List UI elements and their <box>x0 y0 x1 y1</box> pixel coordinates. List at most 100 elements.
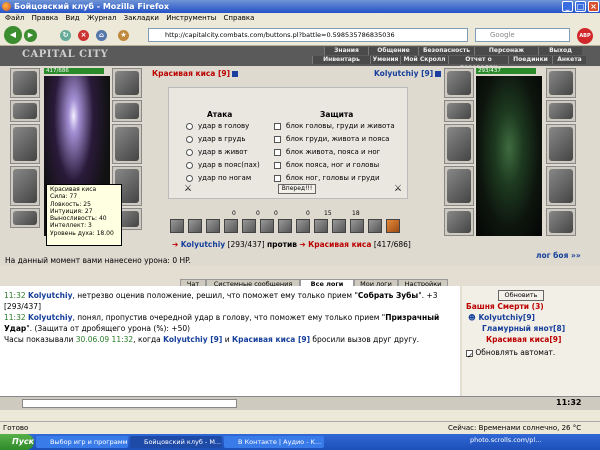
attack-waist-radio[interactable] <box>186 162 193 169</box>
menu-bookmarks[interactable]: Закладки <box>124 14 159 22</box>
maximize-button[interactable]: □ <box>575 1 586 12</box>
attack-head-radio[interactable] <box>186 123 193 130</box>
defense-option-5-radio[interactable] <box>274 175 281 182</box>
tooltip-agility: Ловкость: 25 <box>50 200 91 208</box>
clock: 11:32 <box>556 398 582 407</box>
gloves-slot[interactable] <box>112 124 142 164</box>
skill-icon[interactable] <box>260 219 274 233</box>
home-icon[interactable]: ⌂ <box>96 30 107 41</box>
tab-my-scroll[interactable]: Мой Скролл <box>400 56 448 64</box>
reload-icon[interactable]: ↻ <box>60 30 71 41</box>
boots-slot[interactable] <box>546 208 576 236</box>
start-button[interactable]: Пуск <box>0 434 34 450</box>
task-programs[interactable]: Выбор игр и программ <box>36 436 128 448</box>
bracers-slot[interactable] <box>444 100 474 122</box>
menu-file[interactable]: Файл <box>5 14 24 22</box>
tab-transfer-report[interactable]: Отчет о переводах <box>448 56 508 71</box>
player-list-item[interactable]: Красивая киса[9] <box>486 335 561 344</box>
tab-battles[interactable]: Поединки <box>508 56 552 64</box>
adblock-icon[interactable]: ABP <box>577 28 593 44</box>
sword-icon: ⚔ <box>184 184 193 194</box>
menu-history[interactable]: Журнал <box>87 14 116 22</box>
skill-icon[interactable] <box>224 219 238 233</box>
defense-option-2-radio[interactable] <box>274 136 281 143</box>
forward-button[interactable]: Вперед!!! <box>278 184 316 194</box>
belt-slot[interactable] <box>444 208 474 236</box>
info-icon[interactable] <box>232 71 239 77</box>
gloves-slot[interactable] <box>546 124 576 164</box>
menu-edit[interactable]: Правка <box>32 14 59 22</box>
versus-player-1[interactable]: Kolyutchiy <box>181 240 225 249</box>
player-portrait[interactable] <box>476 76 542 236</box>
skill-icon[interactable] <box>386 219 400 233</box>
tab-inventory[interactable]: Инвентарь <box>312 56 370 64</box>
defense-header: Защита <box>320 110 354 119</box>
defense-option-4-radio[interactable] <box>274 162 281 169</box>
skill-icon[interactable] <box>206 219 220 233</box>
defense-option-3-radio[interactable] <box>274 149 281 156</box>
defense-option-5-label: блок ног, головы и груди <box>286 174 380 182</box>
menu-tools[interactable]: Инструменты <box>166 14 216 22</box>
tab-profile[interactable]: Анкета <box>552 56 586 64</box>
tab-security[interactable]: Безопасность <box>418 47 474 55</box>
attack-stomach-radio[interactable] <box>186 149 193 156</box>
attack-legs-radio[interactable] <box>186 175 193 182</box>
task-vkontakte[interactable]: В Контакте | Аудио - K... <box>224 436 324 448</box>
skill-icon[interactable] <box>368 219 382 233</box>
enemy-name[interactable]: Красивая киса [9] <box>152 69 239 78</box>
forward-arrow-icon[interactable]: ▶ <box>24 29 37 42</box>
weapon-slot[interactable] <box>444 124 474 164</box>
enemy-hp-bar: 417/686 <box>44 68 104 74</box>
bracers-slot[interactable] <box>10 100 40 122</box>
skill-icon[interactable] <box>350 219 364 233</box>
minimize-button[interactable]: _ <box>562 1 573 12</box>
character-tooltip: Красивая киса Сила: 77 Ловкость: 25 Инту… <box>46 184 122 246</box>
helmet-slot[interactable] <box>444 68 474 98</box>
player-list-item[interactable]: ☻ Kolyutchiy[9] <box>468 313 535 322</box>
tab-skills[interactable]: Умения <box>370 56 400 64</box>
close-button[interactable]: × <box>588 1 599 12</box>
skill-icon[interactable] <box>332 219 346 233</box>
tab-communication[interactable]: Общение <box>368 47 418 55</box>
rings-slot[interactable] <box>546 100 576 122</box>
armor-slot[interactable] <box>444 166 474 206</box>
defense-option-1-radio[interactable] <box>274 123 281 130</box>
skill-icon[interactable] <box>242 219 256 233</box>
weapon-slot[interactable] <box>10 124 40 164</box>
auto-refresh[interactable]: ✓ Обновлять автомат. <box>466 348 555 360</box>
info-icon[interactable] <box>435 71 442 77</box>
helmet-slot[interactable] <box>10 68 40 98</box>
skill-icon[interactable] <box>314 219 328 233</box>
url-input[interactable]: http://capitalcity.combats.com/buttons.p… <box>148 28 468 42</box>
back-arrow-icon[interactable]: ◀ <box>4 26 22 44</box>
skill-icon[interactable] <box>188 219 202 233</box>
tab-knowledge[interactable]: Знания <box>324 47 368 55</box>
versus-player-2[interactable]: Красивая киса <box>308 240 371 249</box>
player-name[interactable]: Kolyutchiy [9] <box>374 69 442 78</box>
checkbox-icon[interactable]: ✓ <box>466 349 473 360</box>
belt-slot[interactable] <box>10 208 40 228</box>
rings-slot[interactable] <box>112 100 142 122</box>
player-list-item[interactable]: Гламурный янот[8] <box>482 324 565 333</box>
stop-icon[interactable]: × <box>78 30 89 41</box>
skill-icon[interactable] <box>278 219 292 233</box>
fight-log-link[interactable]: лог боя »» <box>536 251 581 260</box>
search-input[interactable]: Google <box>475 28 570 42</box>
chat-input[interactable] <box>22 399 237 408</box>
shield-slot[interactable] <box>546 166 576 206</box>
armor-slot[interactable] <box>10 166 40 206</box>
amulet-slot[interactable] <box>546 68 576 98</box>
bookmark-icon[interactable]: ★ <box>118 30 129 41</box>
attack-chest-radio[interactable] <box>186 136 193 143</box>
skill-icon[interactable] <box>170 219 184 233</box>
menu-view[interactable]: Вид <box>65 14 79 22</box>
tab-character[interactable]: Персонаж <box>474 47 538 55</box>
refresh-button[interactable]: Обновить <box>498 290 544 301</box>
defense-option-3-label: блок живота, пояса и ног <box>286 148 381 156</box>
amulet-slot[interactable] <box>112 68 142 98</box>
defense-option-4-label: блок пояса, ног и головы <box>286 161 380 169</box>
tab-exit[interactable]: Выход <box>538 47 582 55</box>
task-firefox[interactable]: Бойцовский клуб - M... <box>130 436 222 448</box>
skill-icon[interactable] <box>296 219 310 233</box>
menu-help[interactable]: Справка <box>224 14 255 22</box>
